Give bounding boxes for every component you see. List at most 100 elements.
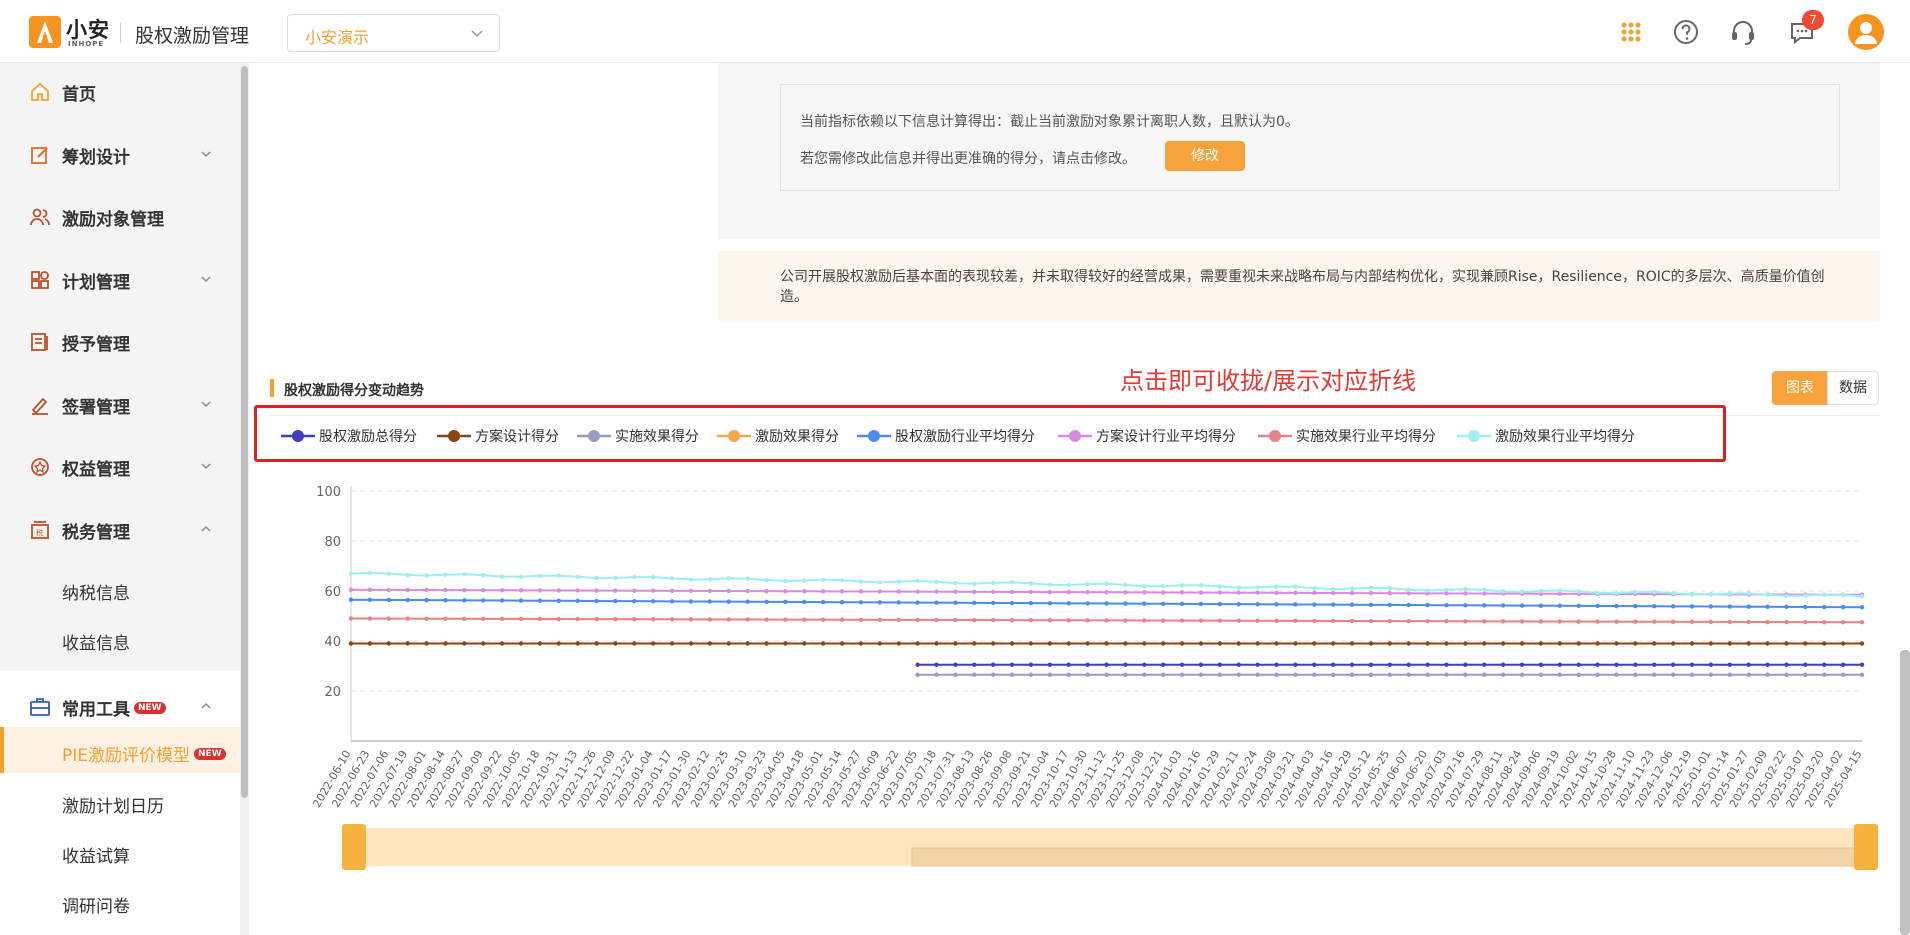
data-point	[1576, 662, 1581, 667]
data-point	[783, 641, 788, 646]
data-point	[1500, 589, 1506, 594]
data-point	[1859, 662, 1865, 667]
data-point	[1708, 592, 1714, 597]
data-point	[481, 587, 486, 593]
data-point	[1368, 641, 1374, 646]
data-point	[1047, 672, 1053, 677]
data-point	[1142, 641, 1147, 646]
line-chart: 204060801002022-06-102022-06-232022-07-0…	[310, 485, 1878, 870]
data-point	[1538, 588, 1544, 594]
data-point	[1500, 641, 1506, 646]
data-point	[1557, 641, 1563, 646]
data-point	[1840, 592, 1846, 598]
data-point	[632, 617, 637, 622]
data-point	[1387, 662, 1393, 667]
data-point	[764, 599, 769, 605]
data-point	[1633, 619, 1638, 624]
data-point	[1312, 672, 1317, 677]
data-point	[1840, 672, 1846, 677]
data-point	[1142, 662, 1147, 667]
data-point	[1822, 604, 1827, 610]
data-point	[651, 641, 656, 646]
data-point	[1349, 586, 1355, 591]
data-point	[556, 573, 561, 578]
data-point	[1009, 641, 1015, 646]
data-point	[348, 587, 354, 592]
data-point	[1387, 602, 1393, 608]
data-point	[1633, 603, 1638, 609]
data-point	[632, 588, 637, 593]
data-point	[594, 641, 599, 646]
data-point	[1009, 617, 1015, 623]
data-point	[481, 616, 486, 622]
data-point	[896, 579, 901, 584]
data-point	[1822, 592, 1827, 597]
data-point	[1444, 602, 1449, 608]
data-point	[1312, 641, 1317, 646]
data-point	[1784, 619, 1789, 625]
data-point	[1463, 619, 1468, 624]
data-point	[972, 581, 977, 586]
data-point	[1009, 589, 1015, 595]
data-point	[1387, 590, 1393, 596]
data-point	[537, 641, 543, 646]
data-point	[594, 575, 599, 581]
data-point	[1482, 672, 1487, 677]
data-point	[972, 662, 977, 667]
data-point	[1519, 589, 1525, 595]
data-point	[1123, 672, 1128, 677]
data-point	[1255, 602, 1260, 607]
data-point	[896, 600, 901, 605]
data-point	[745, 588, 750, 594]
y-tick-label: 80	[324, 535, 341, 550]
data-point	[1293, 584, 1298, 589]
data-point	[1123, 601, 1128, 606]
data-point	[1500, 619, 1506, 624]
data-point	[1274, 584, 1279, 589]
data-point	[1160, 583, 1166, 589]
data-point	[1330, 590, 1336, 596]
data-point	[858, 579, 864, 584]
data-point	[1160, 601, 1166, 606]
data-point	[1085, 618, 1090, 623]
main-scrollbar[interactable]	[1900, 650, 1910, 935]
data-point	[820, 641, 826, 646]
data-point	[1557, 672, 1563, 677]
data-point	[802, 578, 807, 583]
data-point	[556, 616, 561, 622]
data-point	[1633, 641, 1638, 646]
data-point	[518, 588, 524, 593]
data-point	[783, 578, 788, 584]
data-point	[1746, 619, 1751, 625]
data-point	[1047, 582, 1053, 587]
data-point	[651, 617, 656, 622]
data-point	[499, 574, 505, 579]
data-point	[518, 598, 524, 603]
data-point	[499, 588, 505, 593]
data-point	[1576, 672, 1581, 677]
data-point	[934, 672, 939, 677]
data-point	[707, 588, 713, 594]
data-point	[1142, 601, 1147, 606]
data-point	[1104, 641, 1109, 646]
data-point	[1066, 618, 1071, 623]
data-point	[1803, 641, 1808, 646]
data-point	[1123, 582, 1128, 588]
data-point	[1028, 662, 1034, 667]
data-point	[1312, 585, 1317, 591]
data-point	[745, 641, 750, 646]
data-point	[481, 641, 486, 646]
data-point	[1047, 589, 1053, 595]
data-point	[1028, 589, 1034, 595]
data-point	[688, 577, 694, 582]
data-point	[462, 641, 467, 646]
data-point	[1652, 641, 1657, 646]
data-point	[915, 589, 920, 594]
data-point	[1822, 641, 1827, 646]
data-point	[1689, 672, 1695, 677]
data-point	[1123, 662, 1128, 667]
data-point	[1085, 662, 1090, 667]
data-point	[1274, 618, 1279, 623]
data-point	[1538, 619, 1544, 624]
data-point	[1463, 672, 1468, 677]
